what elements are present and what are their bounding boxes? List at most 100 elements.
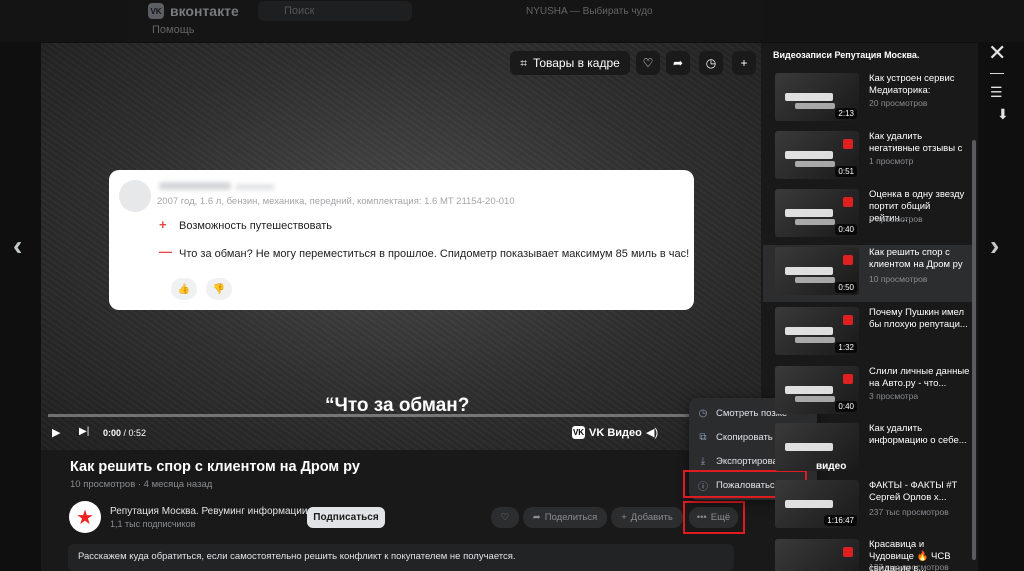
share-video-button[interactable]: ➦ bbox=[666, 51, 690, 75]
video-item-views: 137 тыс просмотров bbox=[869, 562, 949, 571]
video-item-title: ФАКТЫ - ФАКТЫ #T Сергей Орлов х... bbox=[869, 480, 958, 503]
video-item-title: Как удалить негативные отзывы с bbox=[869, 131, 963, 154]
video-item-title: Слили личные данные на Авто.ру - что... bbox=[869, 366, 970, 389]
volume-icon[interactable]: ◀) bbox=[646, 426, 658, 439]
sidebar-video-item[interactable]: 0:40 Оценка в одну звезду портит общий р… bbox=[763, 187, 973, 244]
video-thumbnail: 0:40 bbox=[775, 366, 859, 414]
highlight-more-button bbox=[683, 501, 745, 534]
video-item-views: 3 просмотра bbox=[869, 391, 919, 401]
review-pro: Возможность путешествовать bbox=[179, 220, 332, 232]
help-link[interactable]: Помощь bbox=[152, 24, 195, 36]
car-specs: 2007 год, 1.6 л, бензин, механика, перед… bbox=[157, 196, 515, 207]
video-duration: 0:51 bbox=[835, 166, 857, 177]
previous-video-arrow-icon[interactable]: ‹ bbox=[13, 230, 22, 262]
video-thumbnail: 1:32 bbox=[775, 307, 859, 355]
play-icon[interactable]: ▶ bbox=[52, 426, 60, 439]
video-duration: 0:40 bbox=[835, 224, 857, 235]
heart-icon: ♡ bbox=[500, 512, 510, 523]
thumbs-up-icon: 👍 bbox=[171, 278, 197, 300]
reviewer-avatar bbox=[119, 180, 151, 212]
video-thumbnail bbox=[775, 539, 859, 571]
sidebar-video-item[interactable]: 0:40 Слили личные данные на Авто.ру - чт… bbox=[763, 364, 973, 421]
review-date-blurred bbox=[235, 184, 275, 190]
vk-logo[interactable]: VK вконтакте bbox=[148, 3, 239, 19]
audio-player-track[interactable]: NYUSHA — Выбирать чудо bbox=[526, 6, 653, 17]
review-con: Что за обман? Не могу переместиться в пр… bbox=[179, 248, 690, 260]
next-icon[interactable]: ▶| bbox=[79, 426, 89, 437]
video-item-title: Как устроен сервис Медиаторика: bbox=[869, 73, 955, 96]
scan-icon: ⌗ bbox=[520, 55, 527, 70]
download-arrow-icon[interactable]: ⬇ bbox=[997, 106, 1009, 123]
share-button[interactable]: ➦ Поделиться bbox=[523, 507, 607, 528]
video-item-views: 10 просмотров bbox=[869, 274, 928, 284]
sidebar-section-title: видео bbox=[816, 461, 847, 472]
background-top-bar: VK вконтакте Поиск Помощь NYUSHA — Выбир… bbox=[0, 0, 1024, 42]
share-icon: ➦ bbox=[532, 512, 541, 523]
video-item-views: 20 просмотров bbox=[869, 98, 928, 108]
video-stats: 10 просмотров · 4 месяца назад bbox=[70, 479, 213, 490]
video-item-views: 1 просмотр bbox=[869, 156, 914, 166]
video-duration: 0:40 bbox=[835, 401, 857, 412]
sidebar-video-item[interactable]: 1:16:47 ФАКТЫ - ФАКТЫ #T Сергей Орлов х.… bbox=[763, 478, 973, 535]
video-progress-bar[interactable] bbox=[48, 414, 754, 417]
plus-icon: + bbox=[740, 56, 748, 70]
products-in-frame-button[interactable]: ⌗ Товары в кадре bbox=[510, 51, 630, 75]
video-duration: 1:16:47 bbox=[824, 515, 857, 526]
sidebar-title[interactable]: Видеозаписи Репутация Москва. bbox=[773, 50, 919, 60]
clock-icon: ◷ bbox=[705, 56, 717, 70]
vk-logo-text: вконтакте bbox=[170, 3, 239, 19]
plus-icon: + bbox=[621, 512, 627, 523]
time-current: 0:00 bbox=[103, 428, 122, 438]
video-item-views: 5 просмотров bbox=[869, 214, 923, 224]
sidebar-video-item[interactable]: 0:51 Как удалить негативные отзывы с 1 п… bbox=[763, 129, 973, 186]
video-item-title: Как решить спор с клиентом на Дром ру bbox=[869, 247, 963, 270]
player-controls: ▶ ▶| 0:00 / 0:52 VK VK Видео ◀) bbox=[41, 421, 761, 449]
share-icon: ➦ bbox=[672, 56, 684, 70]
sidebar-video-item[interactable]: 2:13 Как устроен сервис Медиаторика: 20 … bbox=[763, 71, 973, 128]
sidebar-scrollbar[interactable] bbox=[972, 140, 976, 560]
sidebar-video-item[interactable]: Как удалить информацию о себе... bbox=[763, 421, 973, 478]
vk-video-label: VK Видео bbox=[589, 426, 642, 439]
time-display: 0:00 / 0:52 bbox=[103, 428, 146, 438]
video-item-title: Как удалить информацию о себе... bbox=[869, 423, 967, 446]
video-thumbnail: 1:16:47 bbox=[775, 480, 859, 528]
minimize-icon[interactable]: — bbox=[990, 64, 1004, 80]
add-button[interactable]: + Добавить bbox=[611, 507, 683, 528]
clock-icon: ◷ bbox=[698, 407, 708, 419]
sidebar-video-item[interactable]: 1:32 Почему Пушкин имел бы плохую репута… bbox=[763, 305, 973, 362]
products-in-frame-label: Товары в кадре bbox=[532, 56, 620, 70]
watch-later-button[interactable]: ◷ bbox=[699, 51, 723, 75]
thumbs-down-icon: 👎 bbox=[206, 278, 232, 300]
vk-video-logo[interactable]: VK VK Видео bbox=[572, 426, 642, 439]
video-thumbnail: 0:50 bbox=[775, 247, 859, 295]
like-video-button[interactable]: ♡ bbox=[636, 51, 660, 75]
close-icon[interactable]: ✕ bbox=[988, 40, 1006, 66]
video-item-views: 237 тыс просмотров bbox=[869, 507, 949, 517]
like-button[interactable]: ♡ bbox=[491, 507, 519, 528]
share-label: Поделиться bbox=[544, 512, 598, 523]
time-total: / 0:52 bbox=[123, 428, 147, 438]
plus-icon: + bbox=[159, 217, 167, 232]
minus-icon: — bbox=[159, 244, 172, 259]
sidebar-video-item-current[interactable]: 0:50 Как решить спор с клиентом на Дром … bbox=[763, 245, 973, 302]
video-duration: 0:50 bbox=[835, 282, 857, 293]
add-to-album-button[interactable]: + bbox=[732, 51, 756, 75]
reviewer-name-blurred bbox=[159, 182, 231, 190]
channel-name[interactable]: Репутация Москва. Ревуминг информации bbox=[110, 506, 307, 517]
heart-icon: ♡ bbox=[642, 56, 654, 70]
video-title: Как решить спор с клиентом на Дром ру bbox=[70, 459, 360, 475]
background-search-input[interactable]: Поиск bbox=[258, 1, 412, 21]
export-icon: ⤓ bbox=[700, 455, 706, 467]
sidebar-video-item[interactable]: Красавица и Чудовище 🔥 ЧСВ свидание в...… bbox=[763, 537, 973, 571]
channel-avatar[interactable]: ★ bbox=[69, 501, 101, 533]
add-label: Добавить bbox=[630, 512, 673, 523]
subscribe-button[interactable]: Подписаться bbox=[307, 507, 385, 528]
video-description: Расскажем куда обратиться, если самостоя… bbox=[68, 544, 734, 571]
channel-subscribers: 1,1 тыс подписчиков bbox=[110, 519, 196, 529]
next-video-arrow-icon[interactable]: › bbox=[990, 230, 999, 262]
video-thumbnail: 2:13 bbox=[775, 73, 859, 121]
video-thumbnail: 0:51 bbox=[775, 131, 859, 179]
list-icon[interactable]: ☰ bbox=[990, 84, 1003, 101]
star-icon: ★ bbox=[76, 506, 94, 529]
video-player[interactable]: ⌗ Товары в кадре ♡ ➦ ◷ + 2007 год, 1.6 л… bbox=[41, 43, 761, 450]
